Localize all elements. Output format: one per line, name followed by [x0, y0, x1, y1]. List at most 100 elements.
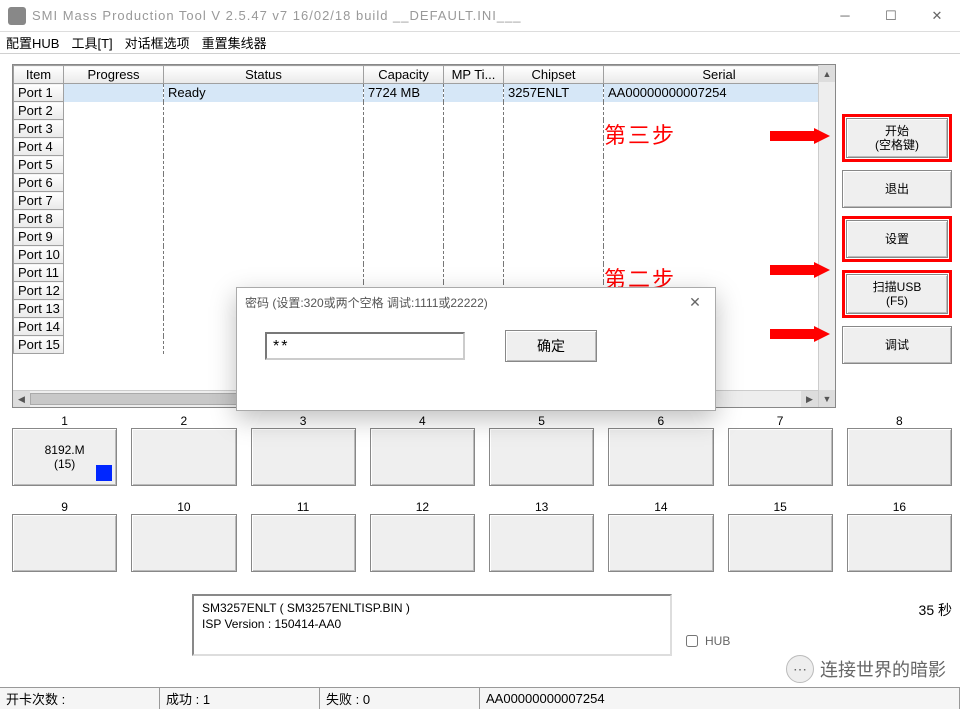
table-row[interactable]: Port 11 — [14, 264, 835, 282]
slot-box[interactable] — [12, 514, 117, 572]
app-icon — [8, 7, 26, 25]
debug-button[interactable]: 调试 — [842, 326, 952, 364]
slot-box[interactable] — [489, 514, 594, 572]
dialog-title: 密码 (设置:320或两个空格 调试:1111或22222) — [245, 294, 488, 311]
title-bar: SMI Mass Production Tool V 2.5.47 v7 16/… — [0, 0, 960, 32]
slot-number: 10 — [131, 500, 236, 514]
dialog-close-button[interactable]: ✕ — [675, 294, 715, 311]
slot-box[interactable]: 8192.M(15) — [12, 428, 117, 486]
menu-hub[interactable]: 配置HUB — [6, 33, 59, 52]
table-row[interactable]: Port 4 — [14, 138, 835, 156]
scan-usb-button[interactable]: 扫描USB(F5) — [846, 274, 948, 314]
table-row[interactable]: Port 9 — [14, 228, 835, 246]
vertical-scrollbar[interactable]: ▲ ▼ — [818, 65, 835, 407]
slot: 12 — [370, 500, 475, 572]
info-box: SM3257ENLT ( SM3257ENLTISP.BIN ) ISP Ver… — [192, 594, 672, 656]
slot: 9 — [12, 500, 117, 572]
col-header[interactable]: Item — [14, 66, 64, 84]
slot-box[interactable] — [608, 428, 713, 486]
slot-number: 1 — [12, 414, 117, 428]
slot-box[interactable] — [251, 428, 356, 486]
slot: 5 — [489, 414, 594, 486]
col-header[interactable]: MP Ti... — [444, 66, 504, 84]
status-serial: AA00000000007254 — [480, 688, 960, 709]
table-row[interactable]: Port 7 — [14, 192, 835, 210]
seconds-label: 35 秒 — [919, 600, 952, 620]
col-header[interactable]: Progress — [64, 66, 164, 84]
slot: 15 — [728, 500, 833, 572]
menu-tools[interactable]: 工具[T] — [71, 33, 112, 52]
slot-number: 9 — [12, 500, 117, 514]
close-button[interactable]: ✕ — [914, 1, 960, 31]
slot-number: 14 — [608, 500, 713, 514]
col-header[interactable]: Serial — [604, 66, 835, 84]
slot-box[interactable] — [728, 514, 833, 572]
status-square-icon — [96, 465, 112, 481]
scroll-left-icon[interactable]: ◀ — [13, 391, 30, 407]
col-header[interactable]: Status — [164, 66, 364, 84]
slot: 10 — [131, 500, 236, 572]
password-input[interactable]: ** — [265, 332, 465, 360]
menu-dialog-options[interactable]: 对话框选项 — [125, 33, 190, 52]
slot: 7 — [728, 414, 833, 486]
scroll-down-icon[interactable]: ▼ — [819, 390, 835, 407]
wechat-icon: ⋯ — [786, 655, 814, 683]
menu-reset-hub[interactable]: 重置集线器 — [202, 33, 267, 52]
slot: 11 — [251, 500, 356, 572]
slot: 13 — [489, 500, 594, 572]
slot: 2 — [131, 414, 236, 486]
slot-number: 12 — [370, 500, 475, 514]
table-row[interactable]: Port 2 — [14, 102, 835, 120]
maximize-button[interactable]: ☐ — [868, 1, 914, 31]
col-header[interactable]: Chipset — [504, 66, 604, 84]
table-row[interactable]: Port 10 — [14, 246, 835, 264]
slot: 14 — [608, 500, 713, 572]
slot-box[interactable] — [370, 514, 475, 572]
slot-box[interactable] — [489, 428, 594, 486]
slot-number: 4 — [370, 414, 475, 428]
slot-number: 3 — [251, 414, 356, 428]
slot-number: 8 — [847, 414, 952, 428]
menu-bar: 配置HUB 工具[T] 对话框选项 重置集线器 — [0, 32, 960, 54]
slot: 3 — [251, 414, 356, 486]
setting-button[interactable]: 设置 — [846, 220, 948, 258]
slot-box[interactable] — [370, 428, 475, 486]
slot-box[interactable] — [608, 514, 713, 572]
slot-box[interactable] — [131, 514, 236, 572]
scroll-up-icon[interactable]: ▲ — [819, 65, 835, 82]
table-row[interactable]: Port 3 — [14, 120, 835, 138]
slot-number: 7 — [728, 414, 833, 428]
status-open-count: 开卡次数 : — [0, 688, 160, 709]
slot-box[interactable] — [847, 514, 952, 572]
slot: 4 — [370, 414, 475, 486]
slot-box[interactable] — [251, 514, 356, 572]
start-button[interactable]: 开始(空格键) — [846, 118, 948, 158]
slot-box[interactable] — [847, 428, 952, 486]
arrow-icon — [770, 262, 830, 278]
password-dialog: 密码 (设置:320或两个空格 调试:1111或22222) ✕ ** 确定 — [236, 287, 716, 411]
slot-box[interactable] — [131, 428, 236, 486]
slot-number: 11 — [251, 500, 356, 514]
slot-number: 16 — [847, 500, 952, 514]
status-bar: 开卡次数 : 成功 : 1 失败 : 0 AA00000000007254 — [0, 687, 960, 709]
slot-box[interactable] — [728, 428, 833, 486]
slot: 8 — [847, 414, 952, 486]
ok-button[interactable]: 确定 — [505, 330, 597, 362]
slot-number: 5 — [489, 414, 594, 428]
scroll-right-icon[interactable]: ▶ — [801, 391, 818, 407]
annotation-step3: 第三步 — [604, 118, 676, 150]
table-row[interactable]: Port 5 — [14, 156, 835, 174]
slot-grid: 18192.M(15)2345678910111213141516 — [0, 408, 960, 574]
hub-checkbox[interactable] — [686, 635, 698, 647]
exit-button[interactable]: 退出 — [842, 170, 952, 208]
minimize-button[interactable]: ─ — [822, 1, 868, 31]
window-title: SMI Mass Production Tool V 2.5.47 v7 16/… — [32, 8, 822, 23]
table-row[interactable]: Port 8 — [14, 210, 835, 228]
scroll-thumb[interactable] — [30, 393, 250, 405]
table-row[interactable]: Port 1Ready7724 MB3257ENLTAA000000000072… — [14, 84, 835, 102]
col-header[interactable]: Capacity — [364, 66, 444, 84]
watermark: ⋯ 连接世界的暗影 — [786, 655, 946, 683]
status-success: 成功 : 1 — [160, 688, 320, 709]
side-button-panel: 开始(空格键) 退出 设置 扫描USB(F5) 调试 — [842, 64, 952, 408]
table-row[interactable]: Port 6 — [14, 174, 835, 192]
